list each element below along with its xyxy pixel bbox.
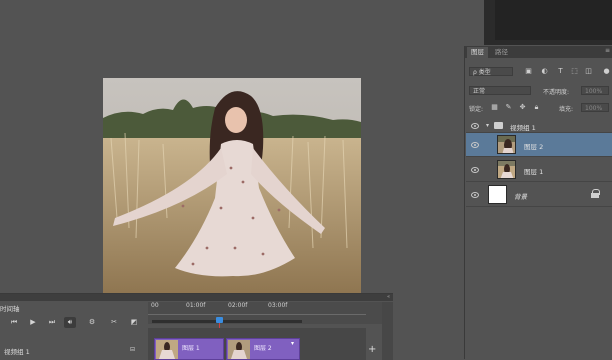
track-menu-icon[interactable]: ⊟ bbox=[130, 346, 135, 353]
filter-smart-icon[interactable]: ◫ bbox=[585, 68, 592, 75]
visibility-eye-icon[interactable] bbox=[471, 123, 479, 129]
ruler-label: 03:00f bbox=[268, 302, 288, 309]
ruler-line bbox=[148, 314, 366, 315]
expand-arrow-icon[interactable]: ▾ bbox=[486, 122, 489, 129]
layer-row[interactable]: 图层 1 bbox=[466, 158, 612, 182]
blend-mode-select[interactable]: 正常 bbox=[469, 86, 531, 95]
layers-panel: 图层 路径 ≡ ρ 类型 ▣ ◐ T ⬚ ◫ ● 正常 不透明度: 100% 锁… bbox=[464, 46, 612, 359]
filter-type-select[interactable]: ρ 类型 bbox=[469, 67, 513, 76]
lock-label: 锁定: bbox=[469, 106, 484, 113]
filter-pixel-icon[interactable]: ▣ bbox=[525, 68, 532, 75]
filter-shape-icon[interactable]: ⬚ bbox=[571, 68, 578, 75]
opacity-label: 不透明度: bbox=[543, 89, 570, 96]
add-media-button[interactable]: + bbox=[368, 344, 376, 355]
clip-menu-icon[interactable]: ▾ bbox=[291, 340, 294, 347]
layer-name: 图层 1 bbox=[524, 168, 544, 176]
photo-girl-in-field bbox=[103, 78, 361, 293]
tab-layers[interactable]: 图层 bbox=[467, 47, 488, 58]
visibility-eye-icon[interactable] bbox=[471, 192, 479, 198]
visibility-eye-icon[interactable] bbox=[471, 142, 479, 148]
clip-layer-1[interactable]: 图层 1 bbox=[154, 338, 224, 360]
lock-icon-body bbox=[591, 193, 599, 198]
clip-label: 图层 1 bbox=[182, 345, 200, 352]
layer-thumbnail bbox=[488, 185, 507, 204]
lock-transparent-icon[interactable]: ▦ bbox=[491, 104, 498, 111]
layer-name: 图层 2 bbox=[524, 143, 544, 151]
speaker-icon[interactable]: 🔊︎ bbox=[64, 317, 76, 328]
timeline-header: « bbox=[0, 294, 393, 301]
play-icon[interactable]: ▶ bbox=[27, 317, 39, 328]
fill-label: 填充: bbox=[559, 106, 574, 113]
layer-thumbnail bbox=[497, 160, 516, 179]
layer-row-selected[interactable]: 图层 2 bbox=[466, 133, 612, 157]
first-frame-icon[interactable]: ⏮ bbox=[8, 317, 20, 328]
clip-thumbnail bbox=[156, 340, 178, 359]
track-name: 视频组 1 bbox=[4, 348, 30, 356]
next-frame-icon[interactable]: ⏭ bbox=[46, 317, 58, 328]
canvas-image[interactable] bbox=[103, 78, 361, 293]
timeline-panel: « 时间轴 ⏮ ▶ ⏭ 🔊︎ ⚙ ✂ ◩ 00 01:00f 02:00f 03… bbox=[0, 293, 393, 360]
layer-row-group[interactable]: ▾ 视频组 1 bbox=[466, 119, 612, 133]
layer-thumbnail bbox=[497, 135, 516, 154]
filter-toggle-icon[interactable]: ● bbox=[603, 68, 610, 75]
lock-all-icon[interactable]: 🔒︎ bbox=[533, 104, 540, 111]
timeline-title: 时间轴 bbox=[0, 305, 20, 313]
ruler-label: 02:00f bbox=[228, 302, 248, 309]
filter-text-icon[interactable]: T bbox=[557, 68, 564, 75]
top-panel-content bbox=[495, 0, 612, 40]
timeline-ruler[interactable]: 00 01:00f 02:00f 03:00f bbox=[148, 302, 393, 324]
gear-icon[interactable]: ⚙ bbox=[86, 317, 98, 328]
ruler-label: 00 bbox=[151, 302, 159, 309]
lock-paint-icon[interactable]: ✎ bbox=[505, 104, 512, 111]
layer-row-background[interactable]: 背景 bbox=[466, 183, 612, 207]
transition-icon[interactable]: ◩ bbox=[128, 317, 140, 328]
collapse-icon[interactable]: « bbox=[387, 294, 390, 300]
lock-move-icon[interactable]: ✥ bbox=[519, 104, 526, 111]
fill-field[interactable]: 100% bbox=[581, 103, 609, 112]
layer-name: 背景 bbox=[514, 193, 527, 201]
tab-paths[interactable]: 路径 bbox=[491, 47, 512, 58]
clip-label: 图层 2 bbox=[254, 345, 272, 352]
panel-menu-icon[interactable]: ≡ bbox=[605, 47, 610, 54]
layer-name: 视频组 1 bbox=[510, 124, 536, 132]
visibility-eye-icon[interactable] bbox=[471, 167, 479, 173]
clip-layer-2[interactable]: 图层 2 bbox=[226, 338, 300, 360]
layers-panel-tabs: 图层 路径 ≡ bbox=[465, 46, 612, 58]
ruler-label: 01:00f bbox=[186, 302, 206, 309]
clip-thumbnail bbox=[228, 340, 250, 359]
work-area-bar[interactable] bbox=[152, 320, 302, 323]
filter-adjust-icon[interactable]: ◐ bbox=[541, 68, 548, 75]
folder-icon bbox=[494, 122, 503, 129]
timeline-scrollbar[interactable] bbox=[382, 302, 393, 360]
scissors-icon[interactable]: ✂ bbox=[108, 317, 120, 328]
opacity-field[interactable]: 100% bbox=[581, 86, 609, 95]
